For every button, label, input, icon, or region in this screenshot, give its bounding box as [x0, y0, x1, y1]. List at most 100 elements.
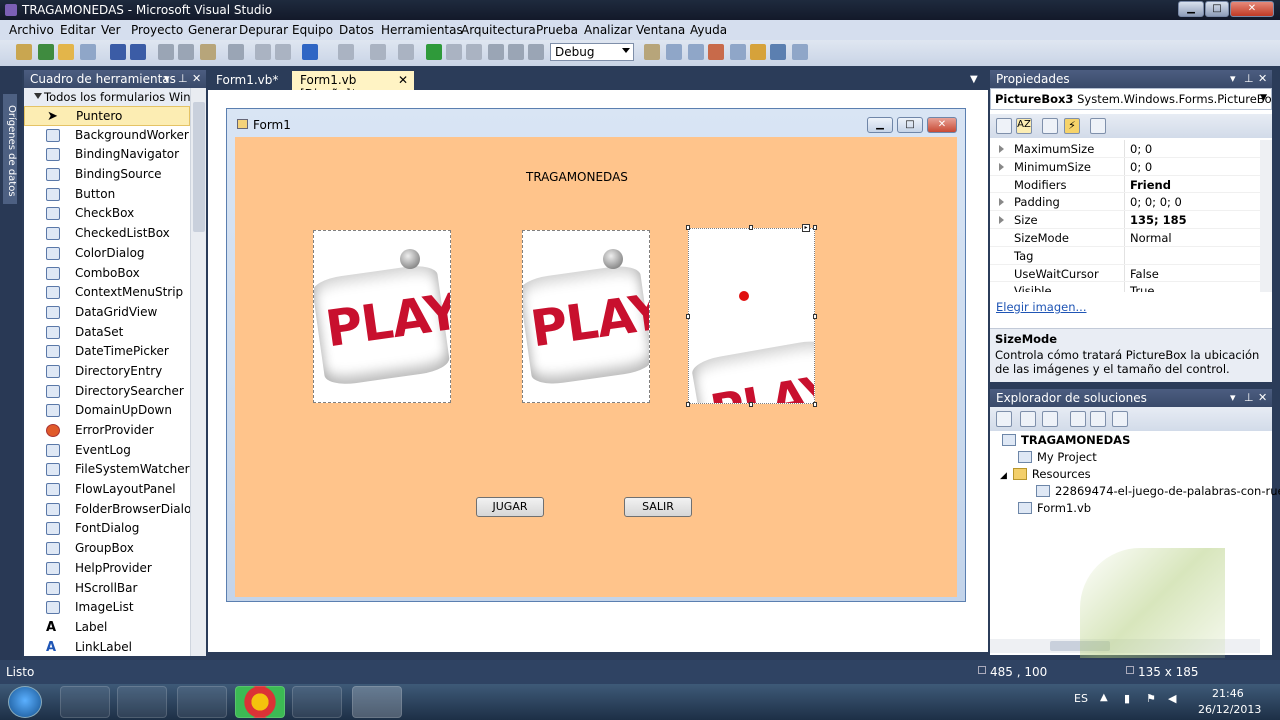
menu-editar[interactable]: Editar: [60, 23, 96, 37]
menu-proyecto[interactable]: Proyecto: [131, 23, 183, 37]
property-value[interactable]: 0; 0; 0; 0: [1130, 195, 1182, 209]
toolbox-item-fontdialog[interactable]: FontDialog: [24, 519, 190, 539]
expand-arrow-icon[interactable]: [999, 145, 1004, 153]
toolbox-item-flowlayoutpanel[interactable]: FlowLayoutPanel: [24, 480, 190, 500]
resize-handle[interactable]: [686, 225, 690, 230]
toolbox-item-helpprovider[interactable]: HelpProvider: [24, 559, 190, 579]
properties-icon[interactable]: [996, 411, 1012, 427]
copy-icon[interactable]: [178, 44, 194, 60]
resize-handle[interactable]: [686, 402, 690, 407]
save-icon[interactable]: [110, 44, 126, 60]
toolbox-item-linklabel[interactable]: A LinkLabel: [24, 638, 190, 656]
command-window-icon[interactable]: [792, 44, 808, 60]
panel-close-icon[interactable]: ✕: [192, 72, 201, 85]
smart-tag-icon[interactable]: ▸: [802, 224, 810, 232]
tab-form1-code[interactable]: Form1.vb*: [208, 71, 286, 90]
tray-expand-icon[interactable]: ▲: [1100, 692, 1108, 703]
tree-project-node[interactable]: TRAGAMONEDAS: [1002, 433, 1130, 447]
navigate-back-icon[interactable]: [370, 44, 386, 60]
taskbar-chrome-icon[interactable]: [235, 686, 285, 718]
toolbox-item-datetimepicker[interactable]: DateTimePicker: [24, 342, 190, 362]
property-pages-icon[interactable]: [1090, 118, 1106, 134]
scrollbar-thumb[interactable]: [193, 102, 205, 232]
view-code-icon[interactable]: [1070, 411, 1086, 427]
taskbar-sublime-icon[interactable]: [60, 686, 110, 718]
panel-close-icon[interactable]: ✕: [1258, 72, 1267, 85]
picturebox-1[interactable]: PLAY: [313, 230, 451, 403]
pin-icon[interactable]: ⊥: [1244, 391, 1254, 404]
toolbox-item-puntero[interactable]: ➤ Puntero: [24, 106, 190, 126]
menu-arquitectura[interactable]: Arquitectura: [461, 23, 536, 37]
tree-resources[interactable]: ◢ Resources: [1000, 467, 1091, 481]
pause-icon[interactable]: [446, 44, 462, 60]
toolbox-icon[interactable]: [730, 44, 746, 60]
property-value[interactable]: False: [1130, 267, 1159, 281]
property-row[interactable]: UseWaitCursor False: [990, 264, 1260, 283]
start-button[interactable]: [8, 686, 42, 718]
toolbox-item-directorysearcher[interactable]: DirectorySearcher: [24, 382, 190, 402]
start-debug-icon[interactable]: [426, 44, 442, 60]
step-over-icon[interactable]: [508, 44, 524, 60]
toolbox-group-header[interactable]: Todos los formularios Win...: [24, 88, 190, 106]
network-icon[interactable]: ▮: [1124, 692, 1130, 705]
stop-icon[interactable]: [466, 44, 482, 60]
property-value[interactable]: Friend: [1130, 178, 1171, 192]
start-page-icon[interactable]: [750, 44, 766, 60]
clock-time[interactable]: 21:46: [1212, 687, 1244, 700]
toolbox-item-eventlog[interactable]: EventLog: [24, 441, 190, 461]
property-row[interactable]: Padding 0; 0; 0; 0: [990, 193, 1260, 212]
panel-dropdown-icon[interactable]: ▾: [1230, 72, 1236, 85]
menu-analizar[interactable]: Analizar: [584, 23, 632, 37]
pin-icon[interactable]: ⊥: [178, 72, 188, 85]
tree-form1[interactable]: Form1.vb: [1018, 501, 1091, 515]
step-into-icon[interactable]: [488, 44, 504, 60]
jugar-button[interactable]: JUGAR: [476, 497, 544, 517]
panel-close-icon[interactable]: ✕: [1258, 391, 1267, 404]
pin-icon[interactable]: ⊥: [1244, 72, 1254, 85]
picturebox-3-selected[interactable]: PLAY: [688, 228, 815, 404]
toolbox-item-checkbox[interactable]: CheckBox: [24, 204, 190, 224]
minimize-button[interactable]: ▁: [1178, 1, 1204, 17]
menu-prueba[interactable]: Prueba: [536, 23, 578, 37]
designed-form-window[interactable]: Form1 ▁ □ ✕ TRAGAMONEDAS PLAY PLAY PLAY: [226, 108, 966, 602]
menu-ventana[interactable]: Ventana: [636, 23, 685, 37]
toolbox-item-imagelist[interactable]: ImageList: [24, 598, 190, 618]
menu-generar[interactable]: Generar: [188, 23, 237, 37]
choose-image-link[interactable]: Elegir imagen...: [996, 300, 1087, 314]
object-browser-icon[interactable]: [708, 44, 724, 60]
taskbar-media-player-icon[interactable]: [117, 686, 167, 718]
open-folder-icon[interactable]: [58, 44, 74, 60]
tab-close-icon[interactable]: ✕: [398, 73, 408, 87]
solution-explorer-icon[interactable]: [666, 44, 682, 60]
toolbox-item-folderbrowserdialog[interactable]: FolderBrowserDialog: [24, 500, 190, 520]
new-project-icon[interactable]: [16, 44, 32, 60]
property-value[interactable]: Normal: [1130, 231, 1172, 245]
menu-depurar[interactable]: Depurar: [239, 23, 288, 37]
save-all-icon[interactable]: [130, 44, 146, 60]
toolbox-item-checkedlistbox[interactable]: CheckedListBox: [24, 224, 190, 244]
menu-herramientas[interactable]: Herramientas: [381, 23, 463, 37]
toolbox-item-groupbox[interactable]: GroupBox: [24, 539, 190, 559]
find-icon[interactable]: [228, 44, 244, 60]
property-grid-scrollbar[interactable]: [1260, 140, 1272, 292]
resize-handle[interactable]: [749, 402, 753, 407]
taskbar-explorer-icon[interactable]: [177, 686, 227, 718]
property-row[interactable]: MinimumSize 0; 0: [990, 157, 1260, 176]
data-sources-tab[interactable]: Orígenes de datos: [3, 94, 17, 204]
properties-view-icon[interactable]: [1042, 118, 1058, 134]
add-item-icon[interactable]: [38, 44, 54, 60]
view-designer-icon[interactable]: [1090, 411, 1106, 427]
panel-dropdown-icon[interactable]: ▾: [1230, 391, 1236, 404]
taskbar-visual-studio-icon[interactable]: [352, 686, 402, 718]
extension-manager-icon[interactable]: [770, 44, 786, 60]
toolbox-item-combobox[interactable]: ComboBox: [24, 264, 190, 284]
menu-ver[interactable]: Ver: [101, 23, 121, 37]
cut-icon[interactable]: [158, 44, 174, 60]
toolbox-item-errorprovider[interactable]: ErrorProvider: [24, 421, 190, 441]
toolbox-item-directoryentry[interactable]: DirectoryEntry: [24, 362, 190, 382]
navigate-forward-icon[interactable]: [398, 44, 414, 60]
label-tragamonedas[interactable]: TRAGAMONEDAS: [526, 170, 628, 184]
property-value[interactable]: 0; 0: [1130, 142, 1152, 156]
property-value[interactable]: 135; 185: [1130, 213, 1187, 227]
alphabetical-icon[interactable]: AZ: [1016, 118, 1032, 134]
